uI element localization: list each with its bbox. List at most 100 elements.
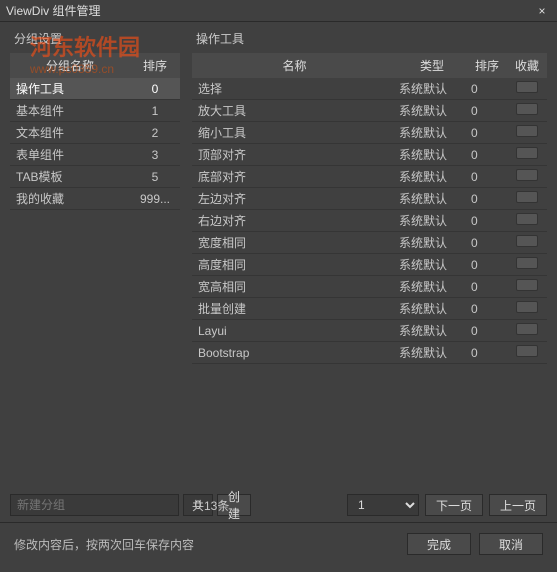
- cancel-button[interactable]: 取消: [479, 533, 543, 555]
- group-table-header: 分组名称 排序: [10, 53, 180, 78]
- favorite-toggle[interactable]: [516, 257, 538, 269]
- component-row-sort: 0: [467, 324, 507, 338]
- component-row-type: 系统默认: [397, 146, 467, 163]
- component-row-name: 缩小工具: [192, 124, 397, 141]
- favorite-toggle[interactable]: [516, 147, 538, 159]
- component-row-name: 批量创建: [192, 300, 397, 317]
- component-row-sort: 0: [467, 192, 507, 206]
- favorite-toggle[interactable]: [516, 213, 538, 225]
- component-row[interactable]: 放大工具系统默认0: [192, 100, 547, 122]
- component-row-name: 宽度相同: [192, 234, 397, 251]
- component-row-sort: 0: [467, 82, 507, 96]
- component-row-name: 底部对齐: [192, 168, 397, 185]
- component-row-name: Bootstrap: [192, 346, 397, 360]
- window-title: ViewDiv 组件管理: [6, 2, 533, 19]
- component-row-sort: 0: [467, 104, 507, 118]
- component-row-type: 系统默认: [397, 168, 467, 185]
- favorite-toggle[interactable]: [516, 191, 538, 203]
- component-row-type: 系统默认: [397, 256, 467, 273]
- group-row[interactable]: 表单组件3: [10, 144, 180, 166]
- component-row-fav: [507, 345, 547, 360]
- record-count: 共13条: [192, 497, 229, 514]
- component-row-name: 高度相同: [192, 256, 397, 273]
- favorite-toggle[interactable]: [516, 103, 538, 115]
- group-header-sort: 排序: [130, 53, 180, 78]
- component-row-fav: [507, 81, 547, 96]
- group-row-sort: 1: [130, 104, 180, 118]
- component-row-type: 系统默认: [397, 278, 467, 295]
- component-row[interactable]: 顶部对齐系统默认0: [192, 144, 547, 166]
- component-row-fav: [507, 279, 547, 294]
- group-row[interactable]: 文本组件2: [10, 122, 180, 144]
- group-section-label: 分组设置: [10, 30, 180, 47]
- component-row[interactable]: Layui系统默认0: [192, 320, 547, 342]
- group-row-name: TAB模板: [10, 168, 130, 185]
- group-row-name: 我的收藏: [10, 190, 130, 207]
- component-row[interactable]: 宽高相同系统默认0: [192, 276, 547, 298]
- group-table-body: 操作工具0基本组件1文本组件2表单组件3TAB模板5我的收藏999...: [10, 78, 180, 488]
- component-row-type: 系统默认: [397, 300, 467, 317]
- component-row-sort: 0: [467, 258, 507, 272]
- group-row[interactable]: 基本组件1: [10, 100, 180, 122]
- hint-text: 修改内容后，按两次回车保存内容: [14, 536, 399, 553]
- group-row-sort: 5: [130, 170, 180, 184]
- page-select[interactable]: 1: [347, 494, 419, 516]
- component-section-label: 操作工具: [192, 30, 547, 47]
- component-row[interactable]: 批量创建系统默认0: [192, 298, 547, 320]
- group-row[interactable]: 操作工具0: [10, 78, 180, 100]
- component-row-name: 右边对齐: [192, 212, 397, 229]
- component-header-sort: 排序: [467, 53, 507, 78]
- favorite-toggle[interactable]: [516, 81, 538, 93]
- component-row[interactable]: 选择系统默认0: [192, 78, 547, 100]
- favorite-toggle[interactable]: [516, 345, 538, 357]
- component-row[interactable]: 左边对齐系统默认0: [192, 188, 547, 210]
- favorite-toggle[interactable]: [516, 169, 538, 181]
- component-row-fav: [507, 235, 547, 250]
- bottom-bar: 修改内容后，按两次回车保存内容 完成 取消: [0, 522, 557, 565]
- component-row-type: 系统默认: [397, 80, 467, 97]
- component-row[interactable]: 高度相同系统默认0: [192, 254, 547, 276]
- new-group-input[interactable]: [10, 494, 179, 516]
- component-row[interactable]: 宽度相同系统默认0: [192, 232, 547, 254]
- group-row-name: 文本组件: [10, 124, 130, 141]
- group-panel: 分组设置 分组名称 排序 操作工具0基本组件1文本组件2表单组件3TAB模板5我…: [10, 30, 180, 522]
- component-row-fav: [507, 323, 547, 338]
- group-footer: 创建: [10, 488, 180, 522]
- component-row-sort: 0: [467, 214, 507, 228]
- titlebar: ViewDiv 组件管理 ×: [0, 0, 557, 22]
- component-row-sort: 0: [467, 280, 507, 294]
- component-row-type: 系统默认: [397, 322, 467, 339]
- group-row-sort: 2: [130, 126, 180, 140]
- component-row-name: 宽高相同: [192, 278, 397, 295]
- prev-page-button[interactable]: 上一页: [489, 494, 547, 516]
- close-icon[interactable]: ×: [533, 4, 551, 18]
- component-row[interactable]: Bootstrap系统默认0: [192, 342, 547, 364]
- component-panel: 操作工具 名称 类型 排序 收藏 选择系统默认0放大工具系统默认0缩小工具系统默…: [192, 30, 547, 522]
- component-row-fav: [507, 125, 547, 140]
- favorite-toggle[interactable]: [516, 125, 538, 137]
- ok-button[interactable]: 完成: [407, 533, 471, 555]
- component-row-sort: 0: [467, 236, 507, 250]
- group-row[interactable]: TAB模板5: [10, 166, 180, 188]
- component-row-fav: [507, 147, 547, 162]
- component-row-sort: 0: [467, 170, 507, 184]
- component-row[interactable]: 缩小工具系统默认0: [192, 122, 547, 144]
- group-row-sort: 3: [130, 148, 180, 162]
- favorite-toggle[interactable]: [516, 323, 538, 335]
- component-row[interactable]: 底部对齐系统默认0: [192, 166, 547, 188]
- component-table-header: 名称 类型 排序 收藏: [192, 53, 547, 78]
- component-row-fav: [507, 213, 547, 228]
- next-page-button[interactable]: 下一页: [425, 494, 483, 516]
- component-row-fav: [507, 103, 547, 118]
- component-row[interactable]: 右边对齐系统默认0: [192, 210, 547, 232]
- component-row-type: 系统默认: [397, 234, 467, 251]
- favorite-toggle[interactable]: [516, 279, 538, 291]
- component-row-fav: [507, 301, 547, 316]
- group-row[interactable]: 我的收藏999...: [10, 188, 180, 210]
- group-row-sort: 999...: [130, 192, 180, 206]
- component-row-sort: 0: [467, 148, 507, 162]
- component-row-fav: [507, 257, 547, 272]
- favorite-toggle[interactable]: [516, 235, 538, 247]
- component-row-type: 系统默认: [397, 190, 467, 207]
- favorite-toggle[interactable]: [516, 301, 538, 313]
